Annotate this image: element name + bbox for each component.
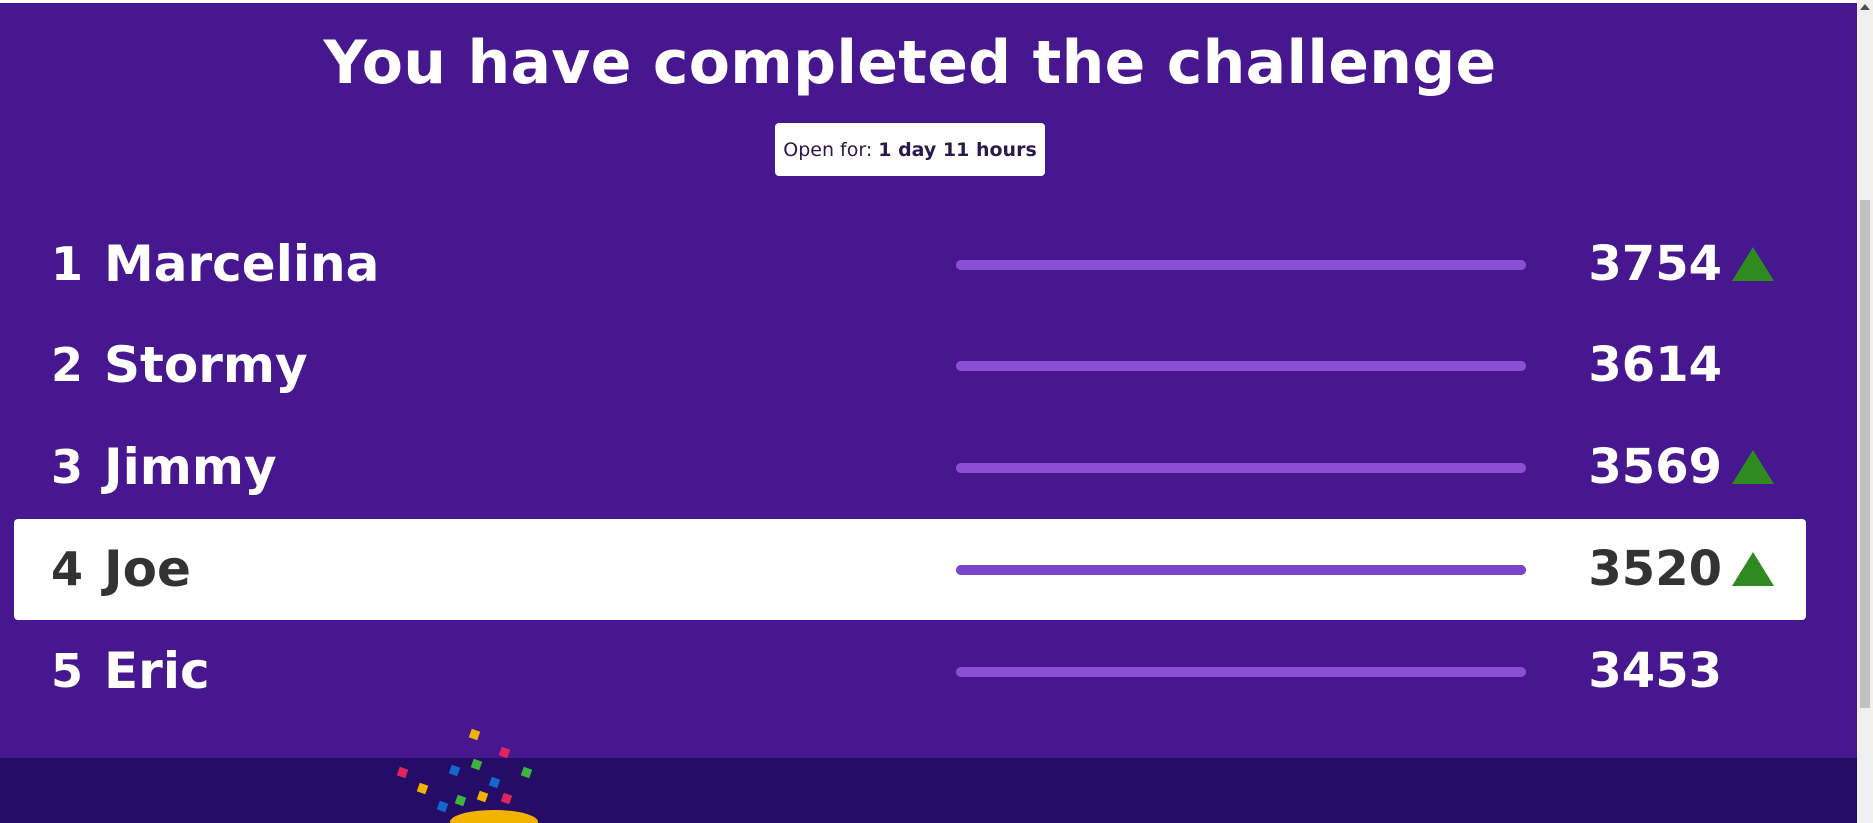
rank-number: 4 [50,542,83,596]
player-score: 3520 [1588,541,1722,597]
score-progress-fill [956,667,1526,677]
open-for-badge: Open for: 1 day 11 hours [775,123,1045,176]
player-name: Stormy [104,336,308,394]
score-progress-bar [956,463,1526,473]
score-progress-fill [956,260,1526,270]
score-progress-bar [956,260,1526,270]
player-name: Joe [104,540,191,598]
rank-number: 3 [50,440,83,494]
footer-band [0,758,1857,823]
player-score: 3614 [1588,337,1722,393]
player-name: Jimmy [104,438,277,496]
rank-number: 2 [50,338,83,392]
scroll-up-arrow-icon[interactable] [1860,4,1870,10]
leaderboard-row: 3 Jimmy 3569 [14,417,1806,518]
player-score: 3453 [1588,643,1722,699]
triangle-up-icon [1732,247,1774,281]
player-score: 3569 [1588,439,1722,495]
challenge-results-page: You have completed the challenge Open fo… [0,0,1873,823]
score-progress-fill [956,565,1526,575]
player-name: Eric [104,642,210,700]
triangle-up-icon [1732,552,1774,586]
player-name: Marcelina [104,235,380,293]
leaderboard-row: 1 Marcelina 3754 [14,214,1806,315]
open-for-value: 1 day 11 hours [878,138,1037,161]
score-progress-bar [956,565,1526,575]
vertical-scrollbar[interactable] [1857,0,1873,823]
leaderboard-row: 5 Eric 3453 [14,621,1806,722]
open-for-label: Open for: [783,138,873,161]
leaderboard-row-current-player: 4 Joe 3520 [14,519,1806,620]
top-border [0,0,1857,3]
score-progress-fill [956,361,1526,371]
page-title: You have completed the challenge [323,28,1497,98]
score-progress-bar [956,667,1526,677]
leaderboard-row: 2 Stormy 3614 [14,315,1806,416]
rank-number: 5 [50,644,83,698]
player-score: 3754 [1588,236,1722,292]
rank-number: 1 [50,237,83,291]
score-progress-fill [956,463,1526,473]
score-progress-bar [956,361,1526,371]
triangle-up-icon [1732,450,1774,484]
scrollbar-thumb[interactable] [1860,200,1870,708]
